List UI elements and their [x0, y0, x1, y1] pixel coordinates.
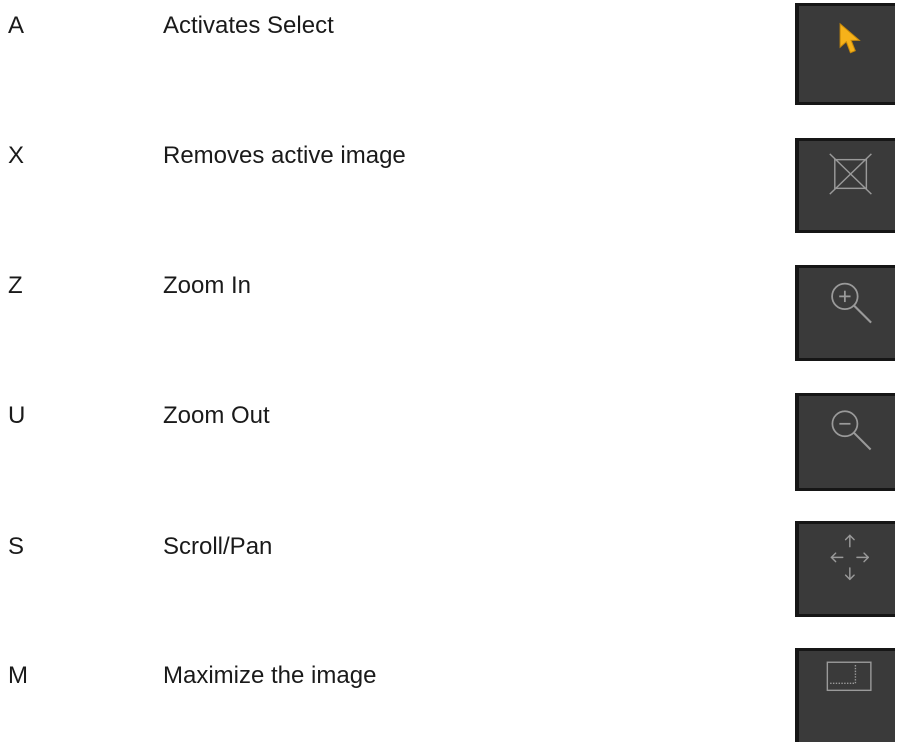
zoom-in-button[interactable] [795, 265, 895, 361]
shortcut-key: Z [8, 272, 23, 299]
shortcut-key: U [8, 402, 26, 429]
maximize-icon [826, 661, 872, 692]
zoom-in-icon [831, 282, 872, 324]
remove-image-icon [829, 153, 872, 195]
shortcut-description: Zoom In [163, 272, 252, 299]
zoom-out-icon [831, 410, 872, 451]
shortcut-description: Removes active image [163, 142, 406, 169]
shortcut-description: Zoom Out [163, 402, 270, 429]
select-tool-button[interactable] [795, 3, 895, 105]
shortcut-key: A [8, 12, 25, 39]
shortcut-description: Maximize the image [163, 662, 377, 689]
shortcut-key: M [8, 662, 28, 689]
zoom-out-button[interactable] [795, 393, 895, 491]
shortcut-key: X [8, 142, 25, 169]
shortcut-description: Scroll/Pan [163, 533, 273, 560]
select-arrow-icon [839, 22, 861, 54]
shortcut-key: S [8, 533, 25, 560]
scroll-pan-icon [830, 534, 870, 581]
remove-image-button[interactable] [795, 138, 895, 233]
scroll-pan-button[interactable] [795, 521, 895, 617]
maximize-button[interactable] [795, 648, 895, 742]
shortcut-description: Activates Select [163, 12, 334, 39]
